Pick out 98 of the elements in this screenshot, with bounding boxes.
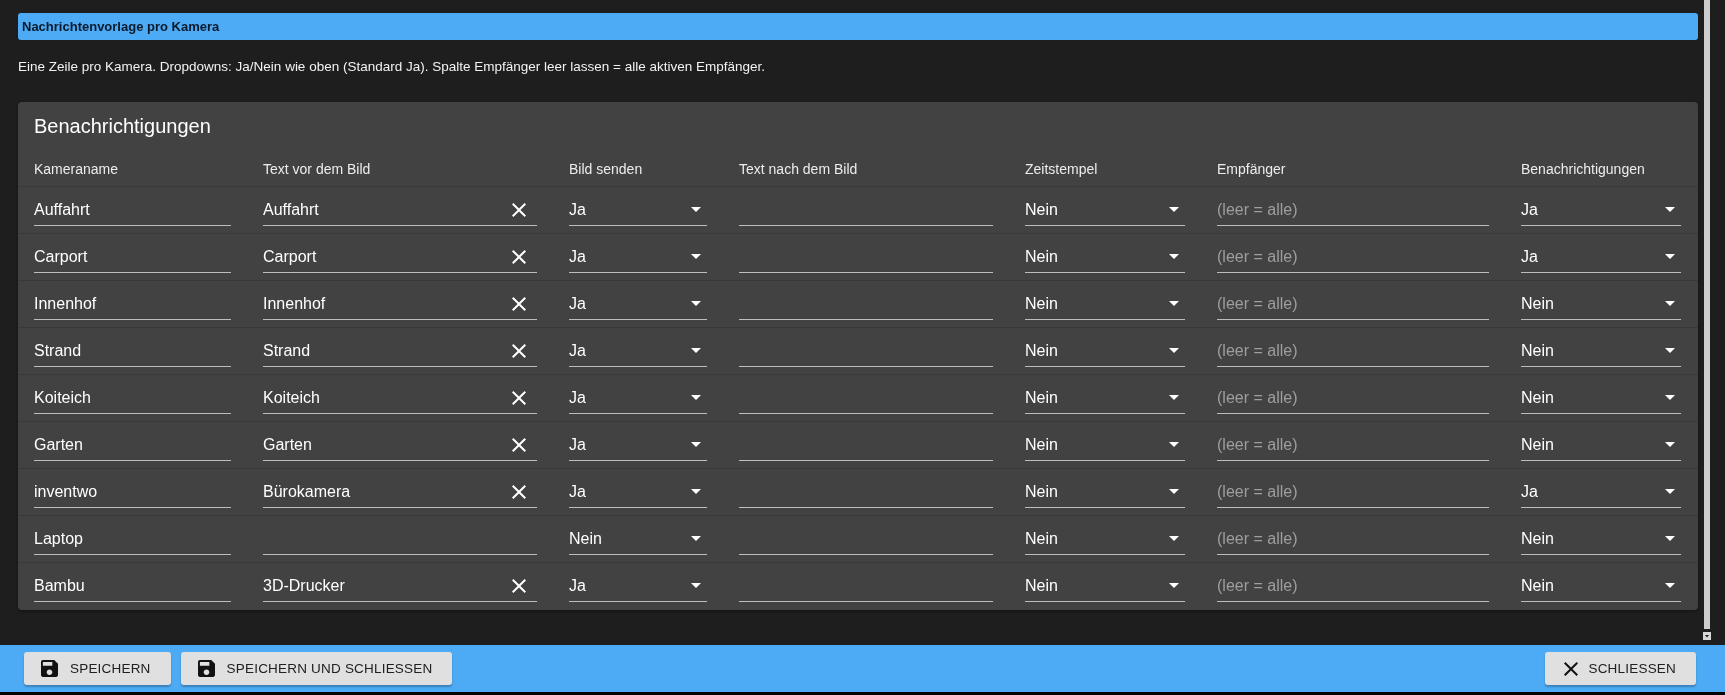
caret-icon (1169, 536, 1179, 541)
dropdown[interactable]: Nein (1025, 194, 1185, 226)
dropdown[interactable]: Nein (1025, 570, 1185, 602)
text-field[interactable]: Garten (34, 429, 231, 461)
description-text: Eine Zeile pro Kamera. Dropdowns: Ja/Nein wie oben (Standard Ja). Spalte Empfänger leer lassen = alle aktiven Empfänger. (18, 58, 766, 76)
caret-icon (1169, 583, 1179, 588)
dropdown[interactable]: Ja (569, 570, 707, 602)
caret-icon (691, 301, 701, 306)
close-icon (1564, 661, 1579, 676)
caret-icon (691, 207, 701, 212)
caret-icon (1665, 489, 1675, 494)
caret-icon (1169, 207, 1179, 212)
caret-icon (1169, 395, 1179, 400)
text-field[interactable]: (leer = alle) (1217, 476, 1489, 508)
section-header: Nachrichtenvorlage pro Kamera (18, 13, 1698, 40)
save-icon (41, 660, 58, 677)
column-header: Empfänger (1217, 160, 1286, 177)
text-field[interactable]: (leer = alle) (1217, 288, 1489, 320)
caret-icon (1169, 348, 1179, 353)
text-field[interactable]: (leer = alle) (1217, 335, 1489, 367)
caret-icon (691, 395, 701, 400)
dropdown[interactable]: Nein (1025, 288, 1185, 320)
text-field[interactable]: inventwo (34, 476, 231, 508)
text-field[interactable]: Carport (34, 241, 231, 273)
text-field[interactable]: Garten (263, 429, 537, 461)
dropdown[interactable]: Nein (1025, 241, 1185, 273)
column-header: Text vor dem Bild (263, 160, 371, 177)
caret-icon (691, 536, 701, 541)
dropdown[interactable]: Nein (1025, 476, 1185, 508)
caret-icon (1169, 489, 1179, 494)
column-header: Zeitstempel (1025, 160, 1098, 177)
scrollbar-thumb[interactable] (1704, 0, 1710, 629)
dropdown[interactable]: Nein (1025, 335, 1185, 367)
text-field[interactable]: (leer = alle) (1217, 429, 1489, 461)
dropdown[interactable]: Nein (1521, 429, 1681, 461)
caret-icon (1665, 254, 1675, 259)
column-header: Kameraname (34, 160, 119, 177)
caret-icon (691, 442, 701, 447)
text-field[interactable]: Bambu (34, 570, 231, 602)
caret-icon (691, 583, 701, 588)
dropdown[interactable]: Ja (569, 194, 707, 226)
dropdown[interactable]: Nein (1025, 382, 1185, 414)
dropdown[interactable]: Nein (1025, 523, 1185, 555)
caret-icon (1665, 395, 1675, 400)
text-field[interactable]: Bürokamera (263, 476, 537, 508)
save-button[interactable]: SPEICHERN UND SCHLIESSEN (180, 652, 453, 685)
dropdown[interactable]: Nein (1025, 429, 1185, 461)
text-field[interactable]: Strand (34, 335, 231, 367)
text-field[interactable]: 3D-Drucker (263, 570, 537, 602)
text-field[interactable]: Innenhof (263, 288, 537, 320)
caret-icon (691, 348, 701, 353)
text-field[interactable]: Strand (263, 335, 537, 367)
dropdown[interactable]: Nein (1521, 570, 1681, 602)
caret-icon (1665, 442, 1675, 447)
text-field[interactable]: Auffahrt (34, 194, 231, 226)
caret-icon (1169, 442, 1179, 447)
text-field[interactable]: Innenhof (34, 288, 231, 320)
scroll-down-icon (1703, 632, 1711, 640)
caret-icon (1665, 583, 1675, 588)
caret-icon (1665, 301, 1675, 306)
caret-icon (691, 254, 701, 259)
text-field[interactable]: (leer = alle) (1217, 382, 1489, 414)
text-field[interactable]: (leer = alle) (1217, 241, 1489, 273)
dropdown[interactable]: Nein (1521, 382, 1681, 414)
dropdown[interactable]: Ja (1521, 241, 1681, 273)
dropdown[interactable]: Ja (1521, 476, 1681, 508)
dropdown[interactable]: Ja (1521, 194, 1681, 226)
text-field[interactable]: (leer = alle) (1217, 570, 1489, 602)
dropdown[interactable]: Nein (569, 523, 707, 555)
caret-icon (1665, 348, 1675, 353)
column-header: Bild senden (569, 160, 643, 177)
caret-icon (691, 489, 701, 494)
save-button[interactable]: SPEICHERN (24, 652, 171, 685)
text-field[interactable]: (leer = alle) (1217, 523, 1489, 555)
column-header: Text nach dem Bild (739, 160, 858, 177)
close-button[interactable]: SCHLIESSEN (1545, 652, 1696, 685)
column-header: Benachrichtigungen (1521, 160, 1645, 177)
dropdown[interactable]: Ja (569, 335, 707, 367)
caret-icon (1169, 301, 1179, 306)
dropdown[interactable]: Nein (1521, 335, 1681, 367)
save-icon (197, 660, 215, 677)
text-field[interactable]: Koiteich (34, 382, 231, 414)
text-field[interactable]: Carport (263, 241, 537, 273)
dropdown[interactable]: Nein (1521, 288, 1681, 320)
caret-icon (1665, 536, 1675, 541)
text-field[interactable]: Koiteich (263, 382, 537, 414)
dropdown[interactable]: Ja (569, 476, 707, 508)
dropdown[interactable]: Ja (569, 429, 707, 461)
dropdown[interactable]: Nein (1521, 523, 1681, 555)
text-field[interactable]: (leer = alle) (1217, 194, 1489, 226)
text-field[interactable]: Laptop (34, 523, 231, 555)
caret-icon (1169, 254, 1179, 259)
text-field[interactable]: Auffahrt (263, 194, 537, 226)
dropdown[interactable]: Ja (569, 241, 707, 273)
dropdown[interactable]: Ja (569, 382, 707, 414)
card-title: Benachrichtigungen (34, 114, 211, 139)
dropdown[interactable]: Ja (569, 288, 707, 320)
caret-icon (1665, 207, 1675, 212)
